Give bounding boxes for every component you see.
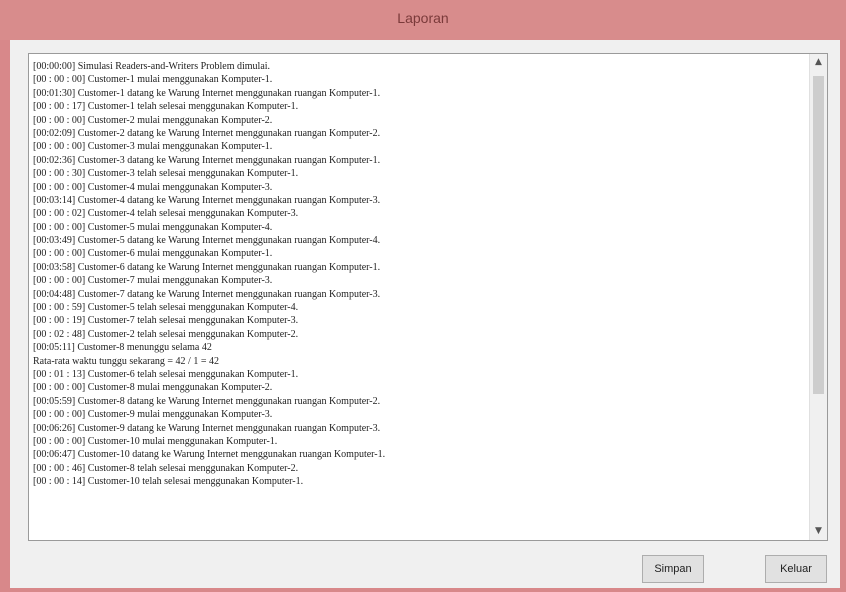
chevron-down-icon[interactable]: ▼: [810, 523, 827, 540]
log-textarea[interactable]: [00:00:00] Simulasi Readers-and-Writers …: [28, 53, 828, 541]
log-line: [00:04:48] Customer-7 datang ke Warung I…: [33, 288, 381, 300]
log-line: [00 : 00 : 19] Customer-7 telah selesai …: [33, 315, 299, 327]
log-lines: [00:00:00] Simulasi Readers-and-Writers …: [33, 60, 803, 538]
log-line: [00:02:09] Customer-2 datang ke Warung I…: [33, 127, 381, 139]
log-line: [00 : 00 : 00] Customer-1 mulai mengguna…: [33, 74, 273, 86]
log-line: Rata-rata waktu tunggu sekarang = 42 / 1…: [33, 355, 219, 367]
log-line: [00 : 00 : 02] Customer-4 telah selesai …: [33, 208, 299, 220]
log-line: [00:06:26] Customer-9 datang ke Warung I…: [33, 422, 381, 434]
log-line: [00 : 00 : 14] Customer-10 telah selesai…: [33, 476, 304, 488]
log-line: [00 : 00 : 00] Customer-5 mulai mengguna…: [33, 221, 273, 233]
log-line: [00 : 00 : 00] Customer-2 mulai mengguna…: [33, 114, 273, 126]
window-client-area: [00:00:00] Simulasi Readers-and-Writers …: [10, 40, 840, 588]
log-line: [00 : 00 : 00] Customer-3 mulai mengguna…: [33, 141, 273, 153]
log-line: [00:05:59] Customer-8 datang ke Warung I…: [33, 395, 381, 407]
vertical-scrollbar[interactable]: ▲ ▼: [809, 54, 827, 540]
log-line: [00:00:00] Simulasi Readers-and-Writers …: [33, 61, 271, 72]
log-line: [00:06:47] Customer-10 datang ke Warung …: [33, 449, 386, 461]
log-line: [00:03:49] Customer-5 datang ke Warung I…: [33, 235, 381, 247]
log-line: [00:03:14] Customer-4 datang ke Warung I…: [33, 194, 381, 206]
scrollbar-thumb[interactable]: [813, 76, 824, 394]
log-line: [00 : 00 : 00] Customer-9 mulai mengguna…: [33, 409, 273, 421]
log-line: [00 : 02 : 48] Customer-2 telah selesai …: [33, 328, 299, 340]
log-line: [00:01:30] Customer-1 datang ke Warung I…: [33, 87, 381, 99]
chevron-up-icon[interactable]: ▲: [810, 54, 827, 71]
window-title: Laporan: [397, 10, 449, 26]
log-line: [00 : 00 : 59] Customer-5 telah selesai …: [33, 302, 299, 314]
title-bar[interactable]: Laporan: [0, 0, 846, 40]
log-line: [00 : 00 : 30] Customer-3 telah selesai …: [33, 168, 299, 180]
log-line: [00 : 00 : 17] Customer-1 telah selesai …: [33, 101, 299, 113]
log-line: [00 : 00 : 00] Customer-7 mulai mengguna…: [33, 275, 273, 287]
simpan-button[interactable]: Simpan: [642, 555, 704, 583]
log-line: [00 : 00 : 00] Customer-4 mulai mengguna…: [33, 181, 273, 193]
log-line: [00 : 01 : 13] Customer-6 telah selesai …: [33, 368, 299, 380]
log-line: [00 : 00 : 00] Customer-8 mulai mengguna…: [33, 382, 273, 394]
log-line: [00 : 00 : 00] Customer-10 mulai menggun…: [33, 435, 278, 447]
log-line: [00:02:36] Customer-3 datang ke Warung I…: [33, 154, 381, 166]
log-line: [00:05:11] Customer-8 menunggu selama 42: [33, 342, 212, 354]
log-line: [00 : 00 : 00] Customer-6 mulai mengguna…: [33, 248, 273, 260]
log-line: [00:03:58] Customer-6 datang ke Warung I…: [33, 261, 381, 273]
laporan-window: Laporan [00:00:00] Simulasi Readers-and-…: [0, 0, 846, 592]
keluar-button[interactable]: Keluar: [765, 555, 827, 583]
log-line: [00 : 00 : 46] Customer-8 telah selesai …: [33, 462, 299, 474]
